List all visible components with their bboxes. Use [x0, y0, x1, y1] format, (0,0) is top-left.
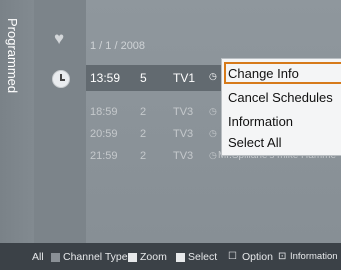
row-channel: 2 [140, 150, 147, 162]
schedule-icon: ◷ [209, 106, 217, 116]
schedule-icon: ◷ [209, 150, 217, 160]
option-label[interactable]: Option [242, 251, 273, 263]
channel-type-label[interactable]: Channel Type [63, 251, 128, 263]
grey-button-icon [51, 253, 60, 262]
row-channel: 5 [140, 71, 147, 85]
row-channel-name: TV3 [173, 106, 194, 118]
menu-item-cancel-schedules[interactable]: Cancel Schedules [228, 90, 333, 105]
row-channel-name: TV1 [173, 71, 196, 85]
options-context-menu: Change Info Cancel Schedules Information… [221, 58, 341, 156]
information-label[interactable]: Information [290, 251, 338, 262]
row-time: 21:59 [90, 150, 118, 162]
select-button-icon [176, 253, 185, 262]
menu-item-change-info[interactable]: Change Info [228, 66, 299, 81]
row-time: 13:59 [90, 71, 121, 85]
white-button-icon [128, 253, 137, 262]
row-channel-name: TV3 [173, 150, 194, 162]
all-label[interactable]: All [32, 251, 44, 263]
menu-item-select-all[interactable]: Select All [228, 135, 281, 150]
select-label[interactable]: Select [188, 251, 217, 263]
row-channel: 2 [140, 128, 147, 140]
schedule-date: 1 / 1 / 2008 [90, 40, 146, 52]
row-channel: 2 [140, 106, 147, 118]
tv-guide-screen: Programmed ♥ 1 / 1 / 2008 13:59 5 TV1 ◷ … [0, 0, 341, 270]
menu-item-information[interactable]: Information [228, 114, 293, 129]
info-icon: ⊡ [278, 251, 287, 262]
row-time: 18:59 [90, 106, 118, 118]
heart-icon[interactable]: ♥ [50, 30, 68, 48]
bottom-help-bar: All Channel Type Zoom Select ☐ Option ⊡ … [0, 243, 341, 270]
option-icon: ☐ [228, 251, 237, 262]
schedule-icon: ◷ [209, 128, 217, 138]
row-channel-name: TV3 [173, 128, 194, 140]
row-time: 20:59 [90, 128, 118, 140]
zoom-label[interactable]: Zoom [140, 251, 167, 263]
schedule-icon: ◷ [209, 71, 217, 81]
